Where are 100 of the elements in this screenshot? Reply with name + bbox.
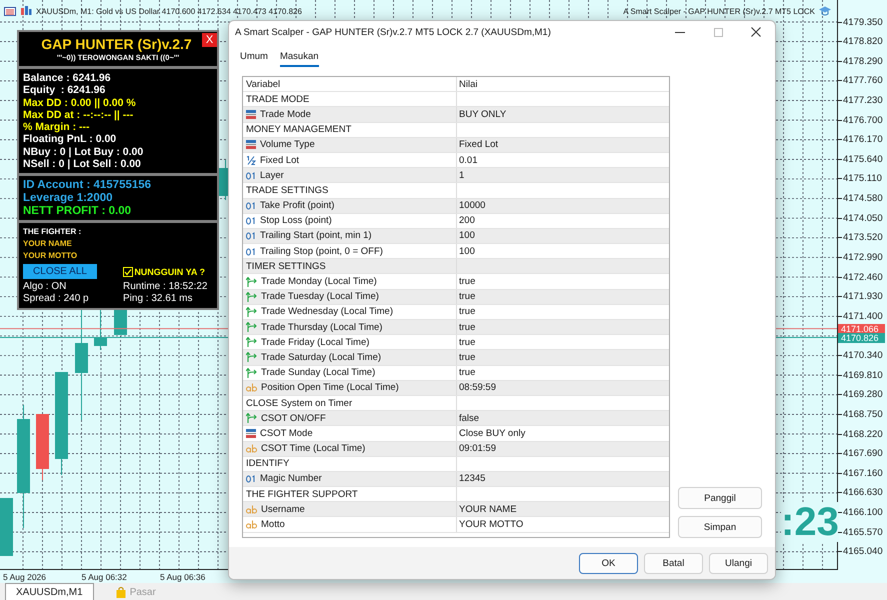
stat-line: NSell : 0 | Lot Sell : 0.00	[23, 158, 142, 170]
parameter-value[interactable]: 1	[459, 170, 464, 181]
parameter-name: Trade Monday (Local Time)	[261, 276, 377, 288]
toggle-arrow-icon	[246, 337, 257, 348]
price-label: 4170.340	[843, 350, 883, 362]
list-type-icon	[246, 110, 256, 119]
side-button[interactable]: Panggil	[678, 487, 762, 509]
parameter-value[interactable]: true	[459, 276, 476, 288]
toggle-arrow-icon	[246, 306, 257, 317]
parameter-value[interactable]: Close BUY only	[459, 428, 526, 439]
parameter-value[interactable]: 0.01	[459, 154, 478, 166]
symbol-info: XAUUSDm, M1: Gold vs US Dollar 4170.600 4172.634 4170.473 4170.826	[36, 6, 302, 16]
parameter-value[interactable]: Fixed Lot	[459, 139, 498, 150]
parameter-value[interactable]: 12345	[459, 473, 486, 484]
parameter-value[interactable]: false	[459, 412, 480, 424]
dialog-button[interactable]: Ulangi	[709, 552, 768, 574]
price-label: 4167.160	[843, 468, 883, 479]
price-label: 4165.570	[843, 526, 883, 538]
dialog-button[interactable]: OK	[579, 552, 638, 574]
parameter-name: Trade Wednesday (Local Time)	[261, 306, 394, 318]
parameter-name: Take Profit (point)	[260, 200, 334, 212]
toggle-arrow-icon	[246, 352, 257, 362]
number-icon	[246, 170, 256, 180]
stat-line: Floating PnL : 0.00	[23, 133, 118, 146]
parameter-name: Volume Type	[260, 139, 315, 150]
stat-line: Max DD : 0.00 || 0.00 %	[23, 96, 137, 109]
section-heading: IDENTIFY	[245, 457, 290, 471]
parameter-name: Trade Sunday (Local Time)	[261, 367, 376, 378]
close-button[interactable]: X	[202, 33, 217, 47]
parameter-value[interactable]: 10000	[459, 200, 486, 212]
section-heading: THE FIGHTER SUPPORT	[245, 488, 359, 502]
price-label: 4174.580	[843, 193, 883, 204]
toggle-arrow-icon	[246, 368, 257, 378]
fighter-name: YOUR NAME	[23, 238, 73, 250]
number-icon	[246, 201, 256, 210]
price-label: 4172.990	[843, 252, 883, 263]
checkbox[interactable]	[123, 266, 134, 277]
stat-line: % Margin : ---	[23, 121, 90, 134]
number-icon	[246, 231, 256, 240]
parameter-value[interactable]: YOUR MOTTO	[459, 519, 524, 530]
countdown-text: :23	[781, 502, 839, 542]
fraction-icon	[246, 156, 256, 165]
section-heading: MONEY MANAGEMENT	[245, 123, 352, 137]
parameter-value[interactable]: 100	[459, 230, 475, 242]
list-type-icon	[246, 140, 256, 150]
parameter-value[interactable]: 08:59:59	[459, 382, 496, 394]
parameter-value[interactable]: 09:01:59	[459, 443, 496, 454]
price-label: 4166.100	[843, 507, 883, 518]
parameter-value[interactable]: true	[459, 306, 476, 318]
price-label: 4168.220	[843, 428, 883, 440]
close-all-button[interactable]: CLOSE ALL	[23, 264, 97, 280]
side-button[interactable]: Simpan	[678, 516, 762, 538]
parameter-name: CSOT Mode	[260, 428, 313, 439]
parameter-name: Layer	[260, 170, 284, 181]
text-type-icon	[246, 504, 257, 514]
parameter-name: Trailing Stop (point, 0 = OFF)	[260, 246, 383, 257]
toggle-arrow-icon	[246, 292, 257, 302]
parameter-value[interactable]: true	[459, 291, 476, 302]
candlestick	[36, 414, 49, 480]
tab[interactable]: Umum	[240, 50, 268, 67]
parameter-value[interactable]: true	[459, 336, 476, 348]
parameter-value[interactable]: 100	[459, 246, 475, 257]
parameter-name: CSOT Time (Local Time)	[261, 443, 366, 454]
parameter-name: Motto	[261, 519, 285, 530]
price-label: 4171.400	[843, 310, 883, 322]
price-label: 4166.630	[843, 487, 883, 498]
section-heading: TRADE MODE	[245, 92, 310, 106]
fighter-motto: YOUR MOTTO	[23, 250, 78, 262]
parameter-name: Trade Thursday (Local Time)	[261, 322, 382, 333]
price-label: 4174.050	[843, 212, 883, 224]
account-line: ID Account : 415755156	[23, 179, 152, 192]
account-line: Leverage 1:2000	[23, 192, 114, 205]
stat-line: Balance : 6241.96	[23, 72, 112, 84]
parameter-name: Position Open Time (Local Time)	[261, 382, 399, 394]
stat-line: Equity : 6241.96	[23, 84, 106, 97]
chart-tab[interactable]: XAUUSDm,M1	[5, 583, 94, 600]
parameter-value[interactable]: true	[459, 352, 476, 363]
price-label: 4177.230	[843, 94, 883, 106]
close-icon[interactable]	[751, 27, 761, 37]
parameter-value[interactable]: YOUR NAME	[459, 504, 517, 515]
dialog-button[interactable]: Batal	[644, 552, 703, 574]
parameter-value[interactable]: true	[459, 367, 476, 378]
parameter-name: Stop Loss (point)	[260, 215, 332, 226]
chart-icon	[20, 6, 32, 16]
tab[interactable]: Masukan	[280, 50, 319, 67]
stat-line: Max DD at : --:--:-- || ---	[23, 108, 134, 122]
text-type-icon	[246, 383, 257, 392]
parameter-value[interactable]: true	[459, 322, 476, 333]
parameter-value[interactable]: 200	[459, 215, 475, 226]
price-label: 4168.750	[843, 408, 883, 420]
list-type-icon	[246, 428, 256, 438]
price-label: 4177.760	[843, 75, 883, 86]
text-type-icon	[246, 520, 257, 530]
price-label: 4175.110	[843, 173, 882, 184]
toggle-arrow-icon	[246, 276, 257, 287]
time-label: 5 Aug 06:32	[82, 572, 128, 582]
parameter-name: Trade Mode	[260, 108, 311, 120]
price-label: 4179.350	[843, 16, 883, 28]
section-heading: TIMER SETTINGS	[245, 260, 327, 274]
parameter-value[interactable]: BUY ONLY	[459, 108, 506, 120]
